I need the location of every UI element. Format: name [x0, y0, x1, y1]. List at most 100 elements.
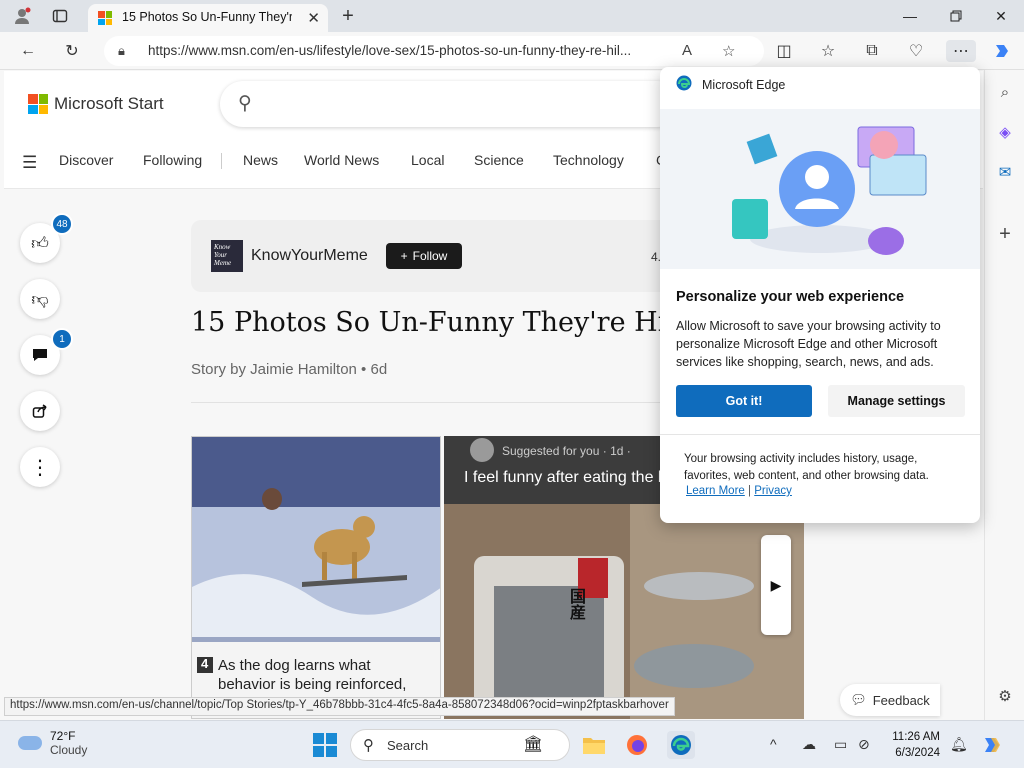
msn-search-box[interactable]: ⚲: [220, 81, 680, 127]
clock-time: 11:26 AM: [892, 731, 940, 743]
sidebar-settings-icon[interactable]: ⚙: [991, 682, 1019, 710]
firefox-icon[interactable]: [623, 731, 651, 759]
manage-settings-button[interactable]: Manage settings: [828, 385, 965, 417]
follow-label: Follow: [412, 249, 448, 263]
clock-date: 6/3/2024: [895, 747, 940, 759]
close-window-icon[interactable]: ✕: [978, 0, 1024, 32]
file-explorer-icon[interactable]: [580, 731, 608, 759]
search-highlight-icon: 🏛︎: [523, 736, 544, 753]
edge-taskbar-icon[interactable]: [667, 731, 695, 759]
sidebar-search-icon[interactable]: ⌕: [991, 78, 1019, 106]
img2-header: Suggested for you · 1d ·: [502, 444, 631, 458]
author-logo[interactable]: Know Your Meme: [211, 240, 243, 272]
collections-icon[interactable]: ⧉: [860, 40, 884, 62]
profile-icon[interactable]: [12, 6, 32, 26]
address-bar[interactable]: 🔒︎ https://www.msn.com/en-us/lifestyle/l…: [104, 36, 764, 66]
nav-science[interactable]: Science: [474, 152, 524, 168]
copilot-icon[interactable]: [990, 40, 1014, 62]
got-it-button[interactable]: Got it!: [676, 385, 812, 417]
minimize-icon[interactable]: —: [887, 0, 933, 32]
popup-header: Microsoft Edge: [676, 75, 785, 94]
popup-note: Your browsing activity includes history,…: [684, 453, 929, 482]
comment-count-badge: 1: [51, 328, 73, 350]
hamburger-menu-icon[interactable]: ☰: [22, 153, 37, 173]
sidebar-add-icon[interactable]: +: [991, 220, 1019, 248]
search-icon: ⚲: [238, 93, 252, 114]
popup-app-name: Microsoft Edge: [702, 77, 786, 92]
dislike-button[interactable]: 👎︎: [20, 279, 60, 319]
weather-widget[interactable]: 72°F Cloudy: [18, 729, 87, 757]
show-hidden-icons-icon[interactable]: ^: [770, 736, 777, 752]
back-icon[interactable]: ←: [16, 40, 40, 62]
more-options-icon[interactable]: ⋯: [946, 40, 976, 62]
nav-technology[interactable]: Technology: [553, 152, 624, 168]
popup-illustration: [660, 109, 980, 269]
weather-condition: Cloudy: [50, 743, 88, 757]
network-icon[interactable]: ⊘: [858, 736, 870, 753]
msn-favicon: [98, 11, 112, 25]
windows-taskbar: 72°F Cloudy ⚲ Search 🏛︎ ^ ☁ ▭ ⊘ 11:26 AM…: [0, 720, 1024, 768]
more-actions-button[interactable]: ⋮: [20, 447, 60, 487]
taskbar-search-label: Search: [387, 738, 429, 753]
url-text[interactable]: https://www.msn.com/en-us/lifestyle/love…: [148, 43, 668, 58]
split-screen-icon[interactable]: ◫: [772, 40, 796, 62]
lock-icon[interactable]: 🔒︎: [118, 43, 125, 59]
refresh-icon[interactable]: ↻: [60, 40, 84, 62]
article-title: 15 Photos So Un-Funny They're Hilarious: [191, 307, 671, 338]
favorite-star-icon[interactable]: ☆: [722, 42, 735, 60]
read-aloud-icon[interactable]: A: [682, 42, 692, 59]
tab-active[interactable]: 15 Photos So Un-Funny They're Hilarious …: [88, 4, 328, 32]
img1-caption: As the dog learns what behavior is being…: [218, 657, 407, 693]
cloud-icon: [18, 736, 42, 750]
article-image-dog-surfing[interactable]: 4 As the dog learns what behavior is bei…: [191, 436, 441, 719]
logo-text: Microsoft Start: [54, 94, 164, 113]
share-button[interactable]: [20, 391, 60, 431]
author-card: Know Your Meme KnowYourMeme + Follow 4.: [191, 220, 691, 292]
personalize-popup: Microsoft Edge Personalize your web expe…: [660, 67, 980, 523]
start-button[interactable]: [313, 733, 337, 757]
browser-essentials-icon[interactable]: ♡: [904, 40, 928, 62]
system-clock[interactable]: 11:26 AM 6/3/2024: [888, 729, 940, 761]
feedback-button[interactable]: 💬︎ Feedback: [840, 684, 940, 716]
next-image-button[interactable]: ▶: [761, 535, 791, 635]
restore-icon[interactable]: [933, 0, 979, 32]
article-byline: Story by Jaimie Hamilton • 6d: [191, 361, 388, 378]
tab-actions-icon[interactable]: [50, 6, 70, 26]
popup-description: Allow Microsoft to save your browsing ac…: [676, 319, 941, 369]
nav-world-news[interactable]: World News: [304, 152, 379, 168]
edge-logo-icon: [676, 75, 692, 94]
microsoft-logo-icon: [28, 94, 48, 114]
notifications-icon[interactable]: 🔔︎: [950, 736, 968, 753]
microsoft-start-logo[interactable]: Microsoft Start: [28, 94, 164, 114]
sidebar-outlook-icon[interactable]: ✉: [991, 158, 1019, 186]
popup-divider: [660, 434, 980, 435]
nav-separator: [221, 153, 222, 169]
tab-title: 15 Photos So Un-Funny They're Hilarious: [122, 10, 292, 24]
img2-sign: 国産: [567, 588, 586, 620]
display-icon[interactable]: ▭: [834, 736, 847, 753]
favorites-icon[interactable]: ☆: [816, 40, 840, 62]
nav-following[interactable]: Following: [143, 152, 202, 168]
follow-button[interactable]: + Follow: [386, 243, 462, 269]
copilot-taskbar-icon[interactable]: [980, 733, 1004, 757]
popup-heading: Personalize your web experience: [676, 289, 905, 305]
nav-discover[interactable]: Discover: [59, 152, 113, 168]
author-name[interactable]: KnowYourMeme: [251, 247, 368, 265]
new-tab-icon[interactable]: +: [338, 5, 358, 27]
nav-news[interactable]: News: [243, 152, 278, 168]
onedrive-icon[interactable]: ☁: [802, 736, 816, 753]
img1-number: 4: [201, 656, 209, 671]
like-count-badge: 48: [51, 213, 73, 235]
sidebar-office-icon[interactable]: ◈: [991, 118, 1019, 146]
address-toolbar: ← ↻ 🔒︎ https://www.msn.com/en-us/lifesty…: [0, 32, 1024, 70]
privacy-link[interactable]: Privacy: [754, 485, 792, 497]
tab-close-icon[interactable]: ✕: [307, 9, 320, 27]
plus-icon: +: [400, 249, 408, 263]
title-bar: 15 Photos So Un-Funny They're Hilarious …: [0, 0, 1024, 32]
edge-sidebar: ⌕ ◈ ✉ + ⚙: [984, 70, 1024, 720]
nav-local[interactable]: Local: [411, 152, 444, 168]
taskbar-search[interactable]: ⚲ Search 🏛︎: [350, 729, 570, 761]
divider: [191, 402, 661, 403]
learn-more-link[interactable]: Learn More: [686, 485, 745, 497]
taskbar-search-icon: ⚲: [363, 737, 374, 754]
